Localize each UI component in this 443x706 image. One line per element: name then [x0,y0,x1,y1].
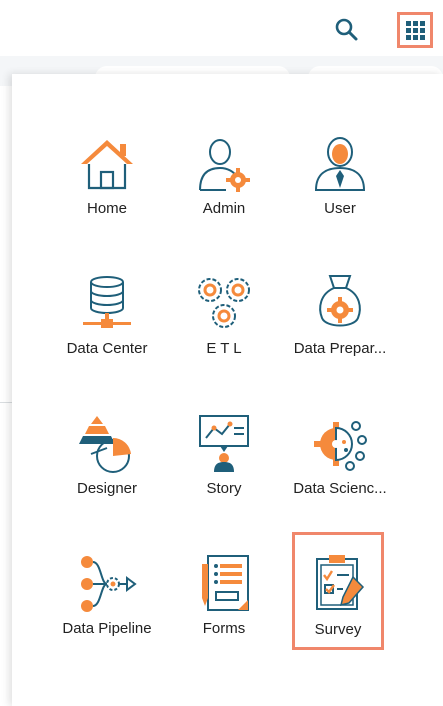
app-tile-designer[interactable]: Designer [55,414,159,524]
admin-icon [194,134,254,194]
app-label: Survey [314,621,362,638]
app-tile-admin[interactable]: Admin [172,134,276,244]
apps-grid-button[interactable] [397,12,433,48]
app-tile-story[interactable]: Story [172,414,276,524]
data-center-icon [77,274,137,334]
app-label: Data Center [66,340,148,357]
app-tile-data-center[interactable]: Data Center [55,274,159,384]
app-label: Story [206,480,242,497]
survey-clipboard-icon [309,553,369,613]
designer-chart-icon [77,414,137,474]
forms-icon [194,554,254,614]
app-label: Data Prepar... [293,340,387,357]
app-tile-survey[interactable]: Survey [292,532,384,650]
app-label: Admin [202,200,246,217]
data-science-icon [310,414,370,474]
etl-gears-icon [194,274,254,334]
app-label: Forms [202,620,246,637]
app-label: User [324,200,356,217]
apps-grid-icon [405,20,425,40]
app-label: Home [86,200,127,217]
app-tile-data-pipeline[interactable]: Data Pipeline [55,554,159,664]
app-label: Data Pipeline [62,620,152,637]
app-label: Designer [76,480,138,497]
data-preparation-icon [310,274,370,334]
user-icon [310,134,370,194]
data-pipeline-icon [77,554,137,614]
app-label: Data Scienc... [293,480,387,497]
app-tile-home[interactable]: Home [55,134,159,244]
app-label: E T L [206,340,242,357]
app-tile-data-science[interactable]: Data Scienc... [288,414,392,524]
apps-menu-panel: Home Admin User Data Center E T L Data P… [12,74,443,706]
app-tile-forms[interactable]: Forms [172,554,276,664]
story-presentation-icon [194,414,254,474]
app-tile-etl[interactable]: E T L [172,274,276,384]
app-tile-data-preparation[interactable]: Data Prepar... [288,274,392,384]
home-icon [77,134,137,194]
search-icon[interactable] [334,17,360,43]
background-divider [0,402,12,403]
top-bar [0,0,443,56]
app-tile-user[interactable]: User [288,134,392,244]
